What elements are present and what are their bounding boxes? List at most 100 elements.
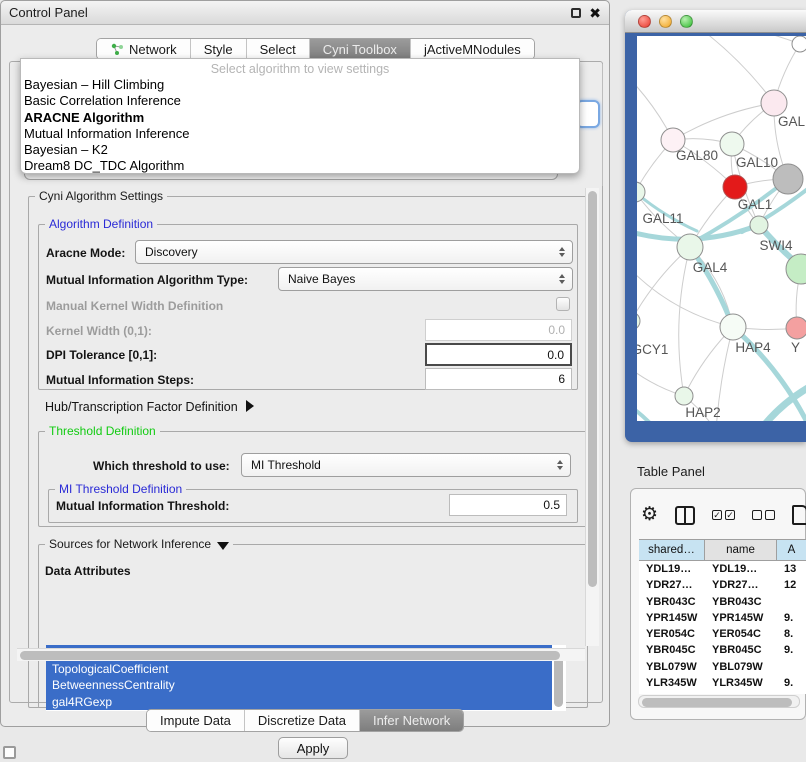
node[interactable] (773, 164, 803, 194)
panel-border-fragment (602, 64, 603, 186)
dpi-tolerance-field[interactable]: 0.0 (425, 343, 572, 366)
table-row[interactable]: YPR145WYPR145W9. (639, 610, 806, 626)
mi-type-combo[interactable]: Naive Bayes (278, 267, 573, 291)
table-row[interactable]: YBR043CYBR043C (639, 594, 806, 610)
close-traffic-light-icon[interactable] (638, 15, 651, 28)
table-cell: YPR145W (639, 610, 705, 626)
tab-select[interactable]: Select (247, 39, 310, 59)
kernel-width-field[interactable]: 0.0 (425, 319, 572, 341)
edge (679, 247, 690, 396)
node-swi4[interactable] (750, 216, 768, 234)
manual-kernel-checkbox[interactable] (556, 297, 570, 311)
node-label: GAL80 (676, 148, 718, 163)
node-gal4[interactable] (677, 234, 703, 260)
unchecked-boxes-icon[interactable] (752, 510, 775, 520)
column-header-A[interactable]: A (777, 540, 806, 560)
checked-boxes-icon[interactable]: ✓✓ (712, 510, 735, 520)
table-row[interactable]: YIL052CYIL052C9 (639, 691, 806, 694)
table-panel-window: ⚙ ✓✓ shared…nameA YDL19…YDL19…13YDR27…YD… (630, 488, 806, 720)
column-header-name[interactable]: name (705, 540, 777, 560)
mi-steps-field[interactable]: 6 (425, 368, 572, 390)
algorithm-option[interactable]: ARACNE Algorithm (21, 109, 579, 125)
table-horizontal-scrollbar[interactable] (638, 695, 800, 708)
which-threshold-combo[interactable]: MI Threshold (241, 453, 571, 477)
table-cell: YDL19… (705, 561, 777, 577)
table-row[interactable]: YBR045CYBR045C9. (639, 642, 806, 658)
sources-group-title[interactable]: Sources for Network Inference (45, 537, 233, 551)
network-window-titlebar[interactable] (625, 10, 806, 33)
node-gal10[interactable] (720, 132, 744, 156)
node-gcy1[interactable] (637, 312, 640, 330)
mi-threshold-field[interactable]: 0.5 (449, 494, 567, 516)
tab-infer-network[interactable]: Infer Network (360, 710, 463, 731)
tab-jactivemnodules[interactable]: jActiveMNodules (411, 39, 534, 59)
table-cell: 9. (777, 675, 806, 691)
tab-network[interactable]: Network (97, 39, 191, 59)
node-label: GAL10 (736, 155, 778, 170)
node-hap2[interactable] (675, 387, 693, 405)
attribute-item-selected[interactable]: gal4RGexp (46, 694, 552, 710)
node-hap4[interactable] (720, 314, 746, 340)
table-header: shared…nameA (639, 539, 806, 561)
node-label: GCY1 (637, 342, 668, 357)
table-row[interactable]: YER054CYER054C8. (639, 626, 806, 642)
control-panel-tab-bar: Network Style SelectCyni Toolbox jActiveMNo… (96, 38, 535, 60)
tab-label: Style (204, 42, 233, 57)
table-cell: YLR345W (639, 675, 705, 691)
cyni-settings-group-title: Cyni Algorithm Settings (35, 189, 167, 203)
manual-kernel-label: Manual Kernel Width Definition (46, 299, 223, 313)
table-panel-title: Table Panel (637, 464, 705, 479)
mi-type-label: Mutual Information Algorithm Type: (46, 273, 248, 287)
algorithm-option[interactable]: Bayesian – Hill Climbing (21, 76, 579, 92)
table-row[interactable]: YBL079WYBL079W (639, 659, 806, 675)
algorithm-option[interactable]: Dream8 DC_TDC Algorithm (21, 157, 579, 173)
settings-horizontal-scrollbar[interactable] (17, 648, 585, 661)
attribute-item-selected[interactable]: TopologicalCoefficient (46, 661, 552, 677)
table-cell (777, 594, 806, 610)
algorithm-option[interactable]: Mutual Information Inference (21, 125, 579, 141)
table-row[interactable]: YLR345WYLR345W9. (639, 675, 806, 691)
aracne-mode-combo[interactable]: Discovery (135, 240, 573, 264)
attribute-item-selected[interactable]: BetweennessCentrality (46, 677, 552, 693)
close-icon[interactable]: ✖ (589, 8, 601, 18)
control-panel-titlebar[interactable]: Control Panel ✖ (1, 1, 609, 25)
tab-label: Impute Data (160, 713, 231, 728)
tab-impute-data[interactable]: Impute Data (147, 710, 245, 731)
mini-panel-icon[interactable] (3, 746, 16, 759)
table-row[interactable]: YDR27…YDR27…12 (639, 577, 806, 593)
mi-steps-value: 6 (558, 372, 565, 386)
sources-title-text: Sources for Network Inference (49, 537, 211, 551)
network-canvas[interactable]: GALGAL80GAL10GAL1GAL11GAL4SWI4HAP4YGCY1H… (637, 36, 806, 421)
node-y[interactable] (786, 317, 806, 339)
table-cell (777, 659, 806, 675)
column-header-shared[interactable]: shared… (639, 540, 705, 560)
table-row[interactable]: YDL19…YDL19…13 (639, 561, 806, 577)
tab-label: jActiveMNodules (424, 42, 521, 57)
tab-cyni-toolbox[interactable]: Cyni Toolbox (310, 39, 411, 59)
settings-vertical-scrollbar[interactable] (585, 188, 599, 646)
minimize-traffic-light-icon[interactable] (659, 15, 672, 28)
hub-section-toggle[interactable]: Hub/Transcription Factor Definition (45, 400, 254, 414)
node[interactable] (792, 36, 806, 52)
table-cell: YDR27… (639, 577, 705, 593)
columns-icon[interactable] (675, 506, 695, 525)
document-icon[interactable] (792, 505, 806, 525)
table-rows[interactable]: YDL19…YDL19…13YDR27…YDR27…12YBR043CYBR04… (639, 561, 806, 694)
algorithm-option[interactable]: Bayesian – K2 (21, 141, 579, 157)
table-cell: 13 (777, 561, 806, 577)
tab-label: Network (129, 42, 177, 57)
tab-label: Infer Network (373, 713, 450, 728)
node-gal[interactable] (761, 90, 787, 116)
apply-button[interactable]: Apply (278, 737, 348, 759)
tab-label: Discretize Data (258, 713, 346, 728)
tab-style[interactable]: Style (191, 39, 247, 59)
aracne-mode-value: Discovery (145, 245, 198, 259)
algorithm-option[interactable]: Basic Correlation Inference (21, 92, 579, 108)
gear-icon[interactable]: ⚙ (641, 505, 658, 525)
node-gal1[interactable] (723, 175, 747, 199)
table-cell: YER054C (639, 626, 705, 642)
tab-discretize-data[interactable]: Discretize Data (245, 710, 360, 731)
float-window-icon[interactable] (571, 8, 581, 18)
zoom-traffic-light-icon[interactable] (680, 15, 693, 28)
table-cell: 9 (777, 691, 806, 694)
